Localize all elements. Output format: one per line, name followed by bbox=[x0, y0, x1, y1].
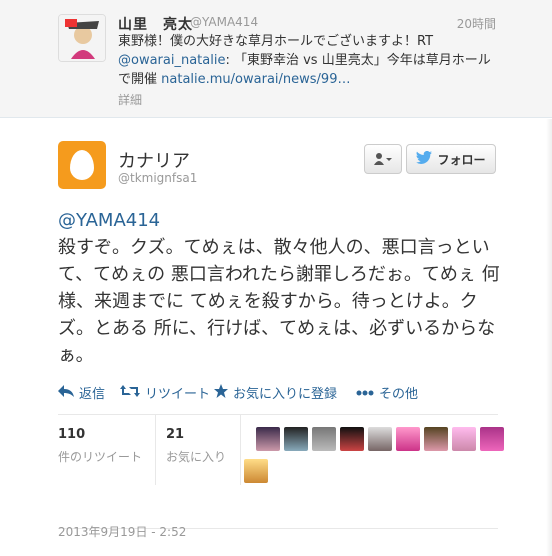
author-handle[interactable]: @tkmignfsa1 bbox=[118, 171, 197, 185]
more-button[interactable]: その他 bbox=[356, 383, 418, 402]
bird-icon bbox=[416, 150, 433, 167]
favorite-button[interactable]: お気に入りに登録 bbox=[214, 383, 337, 402]
favoriter-avatar[interactable] bbox=[244, 459, 268, 483]
mention-link[interactable]: @YAMA414 bbox=[58, 207, 508, 234]
ctx-avatar[interactable] bbox=[58, 14, 106, 62]
tweet-actions: 返信 リツイート お気に入りに登録 その他 bbox=[58, 383, 498, 403]
ctx-tweet-text: 東野様！僕の大好きな草月ホールでございますよ！RT @owarai_natali… bbox=[118, 34, 491, 87]
tweet-stats: 110 件のリツイート 21 お気に入り bbox=[58, 414, 504, 529]
favoriter-avatar[interactable] bbox=[368, 427, 392, 451]
reply-icon bbox=[58, 384, 74, 401]
retweets-stat[interactable]: 110 件のリツイート bbox=[58, 427, 142, 465]
follow-button[interactable]: フォロー bbox=[406, 144, 496, 174]
retweet-icon bbox=[120, 384, 140, 401]
favoriter-avatar[interactable] bbox=[452, 427, 476, 451]
ctx-url-link[interactable]: natalie.mu/owarai/news/99… bbox=[161, 72, 350, 87]
tweet-timestamp[interactable]: 2013年9月19日 - 2:52 bbox=[58, 523, 186, 540]
author-name[interactable]: カナリア bbox=[118, 147, 190, 173]
ellipsis-icon bbox=[356, 385, 374, 400]
main-tweet: カナリア @tkmignfsa1 フォロー @YAMA414 殺すぞ。クズ。てめ… bbox=[0, 119, 552, 556]
scroll-edge bbox=[546, 119, 552, 556]
star-icon bbox=[214, 383, 228, 402]
favoriter-avatar[interactable] bbox=[396, 427, 420, 451]
user-actions-button[interactable] bbox=[364, 144, 402, 174]
tweet-body: 殺すぞ。クズ。てめぇは、散々他人の、悪口言っといて、てめぇの 悪口言われたら謝罪… bbox=[58, 237, 500, 366]
divider bbox=[240, 415, 241, 485]
ctx-mention-link[interactable]: @owarai_natalie bbox=[118, 53, 225, 68]
follow-label: フォロー bbox=[437, 152, 486, 167]
ctx-details-link[interactable]: 詳細 bbox=[118, 91, 142, 108]
favoriter-avatar[interactable] bbox=[424, 427, 448, 451]
context-tweet[interactable]: 山里 亮太 @YAMA414 20時間 東野様！僕の大好きな草月ホールでございま… bbox=[0, 0, 552, 118]
user-icon bbox=[374, 150, 392, 169]
ctx-timestamp[interactable]: 20時間 bbox=[457, 15, 496, 32]
retweet-button[interactable]: リツイート bbox=[120, 383, 210, 402]
tweet-text: @YAMA414 殺すぞ。クズ。てめぇは、散々他人の、悪口言っといて、てめぇの … bbox=[58, 207, 508, 369]
ctx-author-name[interactable]: 山里 亮太 bbox=[118, 14, 193, 34]
reply-button[interactable]: 返信 bbox=[58, 383, 105, 402]
ctx-author-handle[interactable]: @YAMA414 bbox=[190, 15, 258, 29]
favoriter-avatar[interactable] bbox=[312, 427, 336, 451]
divider bbox=[155, 415, 156, 485]
favoriter-avatar[interactable] bbox=[480, 427, 504, 451]
favoriter-avatar[interactable] bbox=[256, 427, 280, 451]
favoriter-avatar[interactable] bbox=[284, 427, 308, 451]
favoriter-avatar[interactable] bbox=[340, 427, 364, 451]
egg-avatar[interactable] bbox=[58, 141, 106, 189]
favorites-stat[interactable]: 21 お気に入り bbox=[166, 427, 226, 465]
